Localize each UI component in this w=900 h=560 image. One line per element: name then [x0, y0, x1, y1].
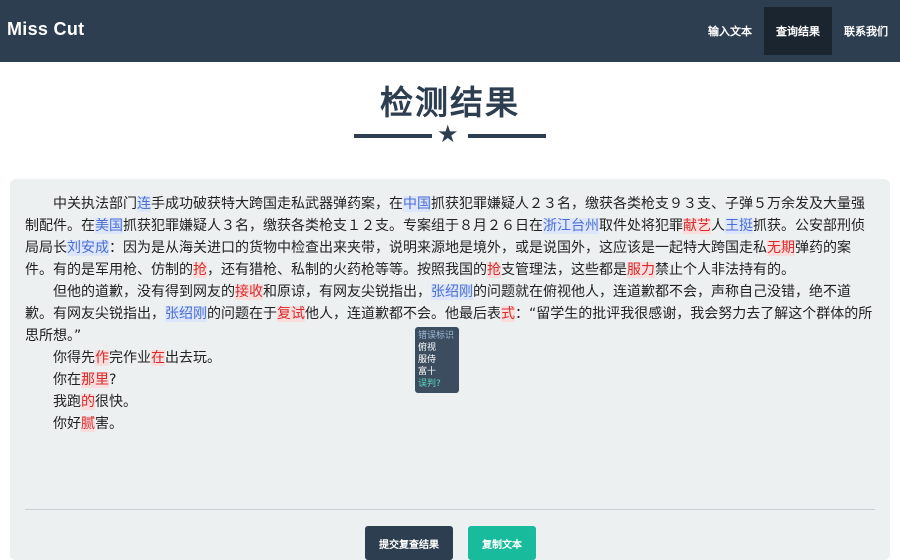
text-segment: 他人，连道歉都不会。他最后表	[305, 306, 501, 322]
text-segment: 抓获犯罪嫌疑人３名，缴获各类枪支１２支。专案组于８月２６日在	[123, 218, 543, 234]
text-segment: ：因为是从海关进口的货物中检查出来夹带，说明来源地是境外，或是说国外，这应该是一…	[109, 240, 767, 256]
flagged-error-word[interactable]: 复试	[277, 306, 305, 322]
suggestion-item[interactable]: 服侍	[418, 354, 456, 366]
sentence-line: 你好腻害。	[25, 413, 875, 435]
flagged-error-word[interactable]: 献艺	[683, 218, 711, 234]
named-entity[interactable]: 中国	[403, 196, 431, 212]
result-text: 中关执法部门连手成功破获特大跨国走私武器弹药案，在中国抓获犯罪嫌疑人２３名，缴获…	[25, 193, 875, 435]
text-segment: 取件处将犯罪	[599, 218, 683, 234]
text-segment: 你得先	[53, 350, 95, 366]
named-entity[interactable]: 张绍刚	[431, 284, 473, 300]
named-entity[interactable]: 连	[137, 196, 151, 212]
divider-line-left	[354, 134, 432, 138]
text-segment: 出去玩。	[165, 350, 221, 366]
copy-text-button[interactable]: 复制文本	[468, 526, 536, 560]
named-entity[interactable]: 浙江台州	[543, 218, 599, 234]
flagged-error-word[interactable]: 那里	[81, 372, 109, 388]
named-entity[interactable]: 王挺	[725, 218, 753, 234]
text-segment: 和原谅，有网友尖锐指出，	[263, 284, 431, 300]
flagged-error-word[interactable]: 无期	[767, 240, 795, 256]
navbar: Miss Cut 输入文本 查询结果 联系我们	[0, 0, 900, 62]
nav-link-contact-us[interactable]: 联系我们	[832, 0, 900, 62]
flagged-error-word[interactable]: 的	[81, 394, 95, 410]
suggestion-item[interactable]: 富十	[418, 366, 456, 378]
divider-line-right	[468, 134, 546, 138]
flagged-error-word[interactable]: 式	[501, 306, 515, 322]
named-entity[interactable]: 美国	[95, 218, 123, 234]
divider	[25, 509, 875, 510]
result-panel: 中关执法部门连手成功破获特大跨国走私武器弹药案，在中国抓获犯罪嫌疑人２３名，缴获…	[10, 179, 890, 560]
text-segment: 但他的道歉，没有得到网友的	[53, 284, 235, 300]
star-icon: ★	[437, 120, 459, 148]
named-entity[interactable]: 张绍刚	[165, 306, 207, 322]
page-title: 检测结果	[380, 83, 520, 122]
text-segment: 禁止个人非法持有的。	[655, 262, 795, 278]
nav-link-query-results[interactable]: 查询结果	[764, 7, 832, 55]
text-segment: 人	[711, 218, 725, 234]
text-segment: 中关执法部门	[53, 196, 137, 212]
text-segment: 支管理法，这些都是	[501, 262, 627, 278]
text-segment: 害。	[95, 416, 123, 432]
text-segment: 很快。	[95, 394, 137, 410]
flagged-error-word[interactable]: 作	[95, 350, 109, 366]
text-segment: 我跑	[53, 394, 81, 410]
flagged-error-word[interactable]: 服力	[627, 262, 655, 278]
flagged-error-word[interactable]: 腻	[81, 416, 95, 432]
text-segment: 的问题在于	[207, 306, 277, 322]
text-segment: ，还有猎枪、私制的火药枪等等。按照我国的	[207, 262, 487, 278]
title-divider: ★	[354, 120, 546, 148]
suggestion-item[interactable]: 俯视	[418, 342, 456, 354]
submit-review-button[interactable]: 提交复查结果	[365, 526, 453, 560]
correction-tooltip: 错误标识 俯视 服侍 富十 误判?	[415, 327, 459, 393]
text-segment: 你在	[53, 372, 81, 388]
text-segment: 你好	[53, 416, 81, 432]
named-entity[interactable]: 刘安成	[67, 240, 109, 256]
nav-link-input-text[interactable]: 输入文本	[696, 0, 764, 62]
text-segment: ?	[109, 372, 117, 388]
brand-logo[interactable]: Miss Cut	[7, 19, 84, 40]
paragraph-1: 中关执法部门连手成功破获特大跨国走私武器弹药案，在中国抓获犯罪嫌疑人２３名，缴获…	[25, 193, 875, 281]
tooltip-header: 错误标识	[418, 331, 455, 341]
text-segment: 手成功破获特大跨国走私武器弹药案，在	[151, 196, 403, 212]
sentence-line: 我跑的很快。	[25, 391, 875, 413]
misjudge-link[interactable]: 误判?	[418, 378, 456, 390]
flagged-error-word[interactable]: 在	[151, 350, 165, 366]
text-segment: 完作业	[109, 350, 151, 366]
nav-links: 输入文本 查询结果 联系我们	[696, 0, 900, 62]
flagged-error-word[interactable]: 抢	[487, 262, 501, 278]
flagged-error-word[interactable]: 接收	[235, 284, 263, 300]
flagged-error-word[interactable]: 抢	[193, 262, 207, 278]
